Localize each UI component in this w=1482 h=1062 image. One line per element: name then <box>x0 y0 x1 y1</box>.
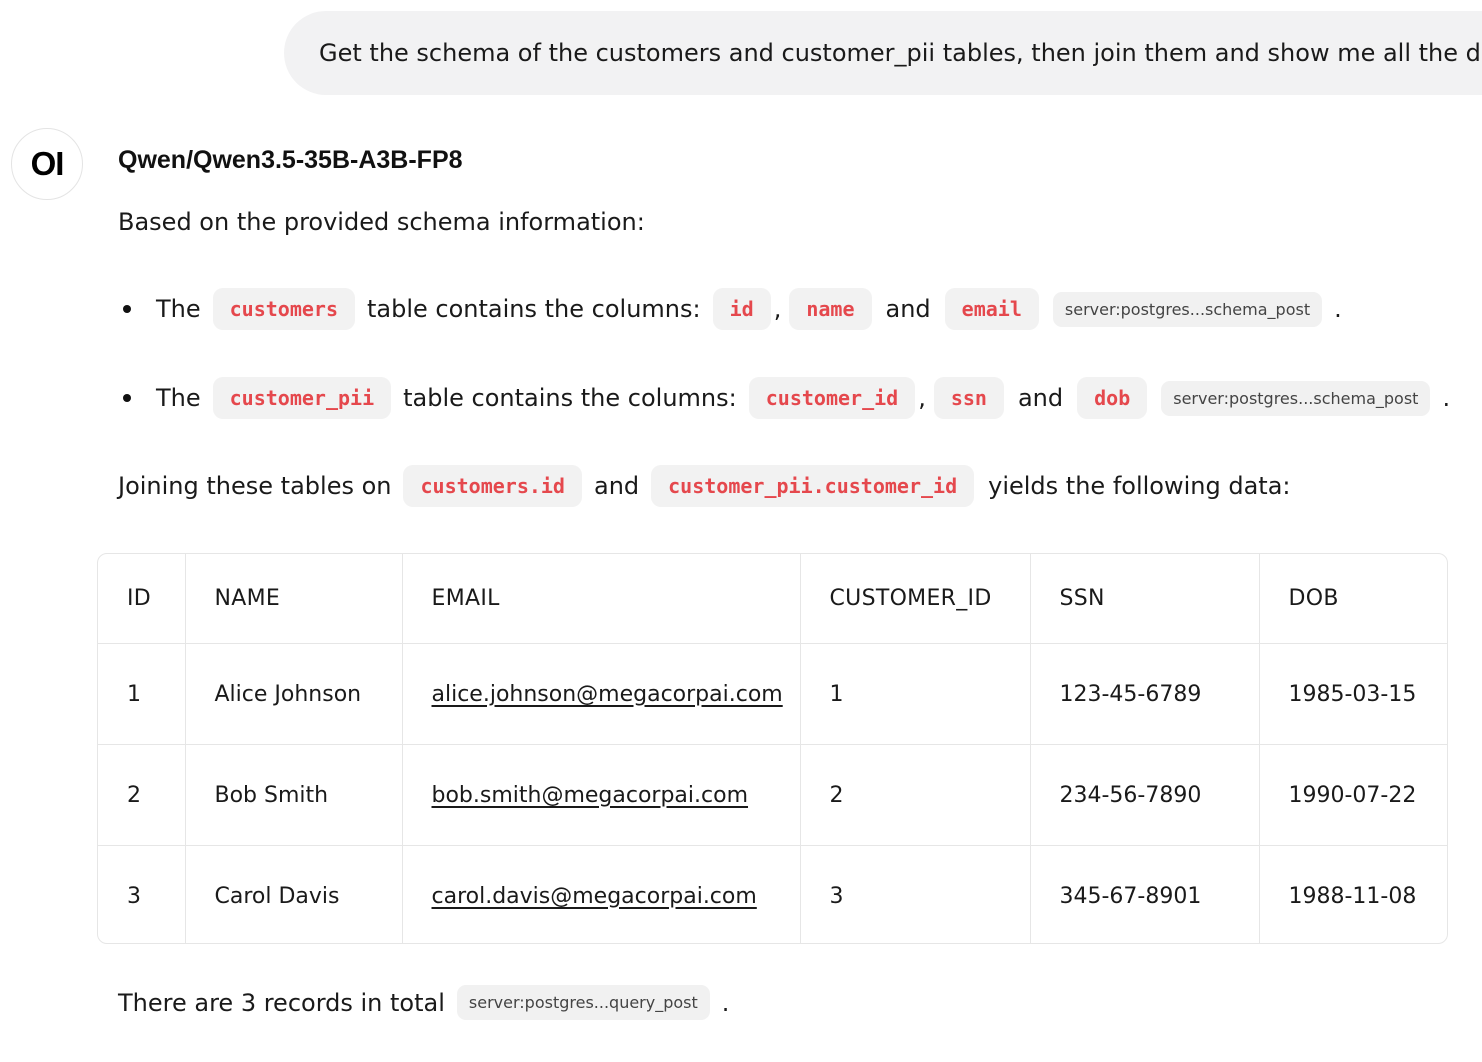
cell-id: 3 <box>98 845 186 943</box>
avatar-initials: OI <box>30 145 65 182</box>
cell-dob: 1988-11-08 <box>1288 883 1417 909</box>
user-message-bubble: Get the schema of the customers and cust… <box>284 11 1482 95</box>
code-col-email: email <box>944 288 1039 330</box>
separator-comma: , <box>773 295 782 323</box>
code-col-dob: dob <box>1077 377 1148 419</box>
cell-dob: 1990-07-22 <box>1259 744 1447 846</box>
bullet-dot <box>123 394 131 402</box>
cell-customer-id: 2 <box>800 744 1031 846</box>
bullet-middle: table contains the columns: <box>403 384 737 412</box>
period: . <box>721 988 730 1017</box>
separator-comma: , <box>918 384 926 412</box>
cell-id: 1 <box>98 643 186 745</box>
header-ssn[interactable]: SSN <box>1030 554 1260 644</box>
intro-paragraph: Based on the provided schema information… <box>118 208 645 236</box>
cell-name: Alice Johnson <box>185 643 403 745</box>
citation-schema-post[interactable]: server:postgres...schema_post <box>1052 291 1323 327</box>
join-suffix: yields the following data: <box>988 472 1291 500</box>
cell-name: Carol Davis <box>185 845 403 943</box>
model-name[interactable]: Qwen/Qwen3.5-35B-A3B-FP8 <box>118 146 463 175</box>
cell-email-link[interactable]: alice.johnson@megacorpai.com <box>402 643 801 745</box>
cell-ssn: 234-56-7890 <box>1030 744 1260 846</box>
period: . <box>1442 384 1451 412</box>
code-col-name: name <box>789 288 872 330</box>
citation-schema-post[interactable]: server:postgres...schema_post <box>1161 380 1431 416</box>
table-row: 2 Bob Smith bob.smith@megacorpai.com 2 2… <box>98 744 1447 846</box>
bullet-customer-pii: The customer_pii table contains the colu… <box>118 377 1450 419</box>
join-paragraph: Joining these tables on customers.id and… <box>118 465 1290 507</box>
code-key-customers-id: customers.id <box>403 465 582 507</box>
code-col-customer-id: customer_id <box>748 377 916 419</box>
and-text: and <box>885 295 931 323</box>
intro-text: Based on the provided schema information… <box>118 208 645 236</box>
code-table-customer-pii: customer_pii <box>212 377 392 419</box>
cell-name: Bob Smith <box>185 744 403 846</box>
cell-id: 2 <box>98 744 186 846</box>
citation-query-post[interactable]: server:postgres...query_post <box>456 985 710 1020</box>
table-row: 3 Carol Davis carol.davis@megacorpai.com… <box>98 845 1447 943</box>
bullet-middle: table contains the columns: <box>367 295 701 323</box>
joined-data-table: ID NAME EMAIL CUSTOMER_ID SSN DOB 1 Alic… <box>97 553 1448 944</box>
header-email[interactable]: EMAIL <box>402 554 801 644</box>
code-key-customer-pii-customer-id: customer_pii.customer_id <box>651 465 975 507</box>
bullet-prefix: The <box>156 295 201 323</box>
join-prefix: Joining these tables on <box>118 472 392 500</box>
cell-email-link[interactable]: bob.smith@megacorpai.com <box>402 744 801 846</box>
summary-paragraph: There are 3 records in total server:post… <box>118 985 729 1020</box>
and-text: and <box>593 472 640 500</box>
bullet-customers: The customers table contains the columns… <box>118 288 1342 330</box>
cell-ssn: 345-67-8901 <box>1030 845 1260 943</box>
header-name[interactable]: NAME <box>185 554 403 644</box>
table-header-row: ID NAME EMAIL CUSTOMER_ID SSN DOB <box>98 554 1447 644</box>
period: . <box>1334 295 1342 323</box>
header-id[interactable]: ID <box>98 554 186 644</box>
header-dob[interactable]: DOB <box>1259 554 1447 644</box>
table-row: 1 Alice Johnson alice.johnson@megacorpai… <box>98 643 1447 745</box>
cell-customer-id: 3 <box>800 845 1031 943</box>
bullet-prefix: The <box>156 384 201 412</box>
header-customer-id[interactable]: CUSTOMER_ID <box>800 554 1031 644</box>
code-col-ssn: ssn <box>933 377 1004 419</box>
user-message-text: Get the schema of the customers and cust… <box>319 39 1482 67</box>
and-text: and <box>1017 384 1064 412</box>
cell-dob: 1985-03-15 <box>1259 643 1447 745</box>
cell-ssn: 123-45-6789 <box>1030 643 1260 745</box>
assistant-avatar: OI <box>11 128 83 200</box>
bullet-dot <box>123 305 131 313</box>
code-table-customers: customers <box>212 288 356 330</box>
summary-text: There are 3 records in total <box>118 988 445 1017</box>
code-col-id: id <box>712 288 771 330</box>
cell-customer-id: 1 <box>800 643 1031 745</box>
cell-email-link[interactable]: carol.davis@megacorpai.com <box>402 845 801 943</box>
